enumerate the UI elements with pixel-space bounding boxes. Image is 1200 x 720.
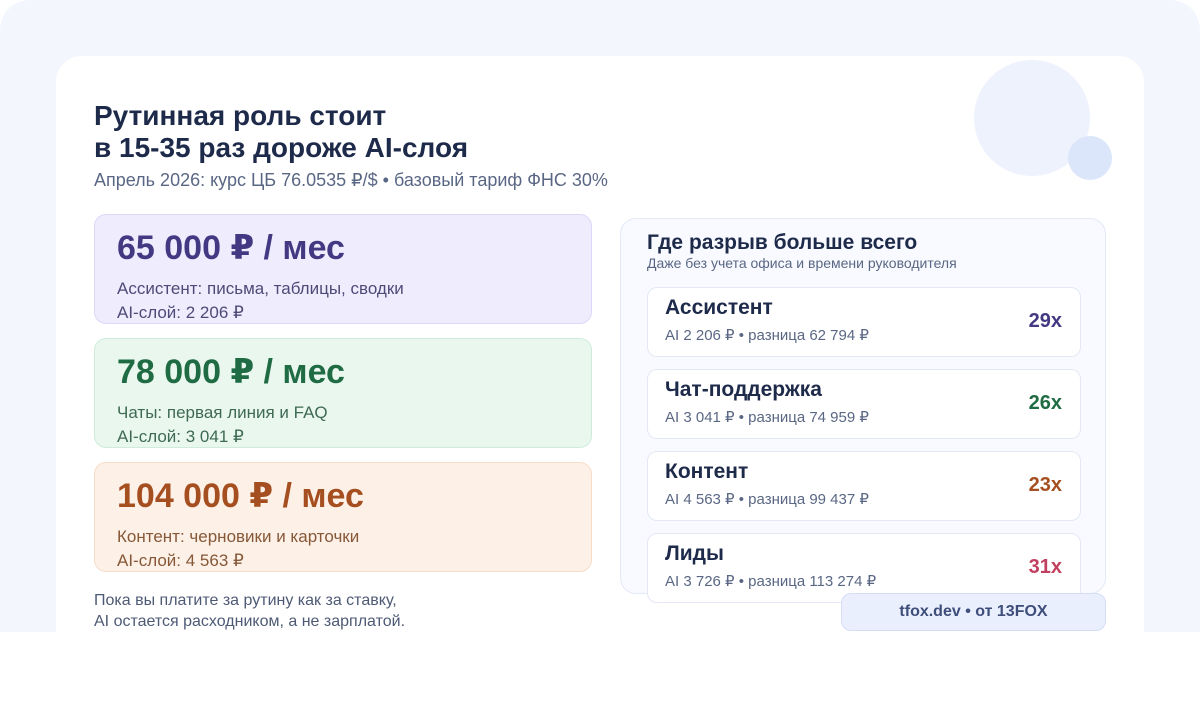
infographic-card: Рутинная роль стоит в 15-35 раз дороже A… — [56, 56, 1144, 632]
footnote: Пока вы платите за рутину как за ставку,… — [94, 590, 405, 632]
brand-badge[interactable]: tfox.dev • от 13FOX — [841, 593, 1106, 631]
footnote-line-1: Пока вы платите за рутину как за ставку, — [94, 592, 397, 609]
gap-row-role: Лиды — [665, 542, 724, 565]
gap-row-assistant: Ассистент AI 2 206 ₽ • разница 62 794 ₽ … — [647, 287, 1081, 357]
price-description: Чаты: первая линия и FAQ — [117, 403, 328, 422]
gap-row-role: Ассистент — [665, 296, 773, 319]
gap-row-role: Чат-поддержка — [665, 378, 822, 401]
gap-row-detail: AI 3 726 ₽ • разница 113 274 ₽ — [665, 573, 877, 590]
page-title: Рутинная роль стоит в 15-35 раз дороже A… — [94, 100, 468, 164]
gap-row-chat-support: Чат-поддержка AI 3 041 ₽ • разница 74 95… — [647, 369, 1081, 439]
price-description: Ассистент: письма, таблицы, сводки — [117, 279, 404, 298]
gap-panel: Где разрыв больше всего Даже без учета о… — [620, 218, 1106, 603]
title-line-1: Рутинная роль стоит — [94, 100, 387, 131]
gap-row-role: Контент — [665, 460, 749, 483]
decorative-circle-small — [1068, 136, 1112, 180]
footnote-line-2: AI остается расходником, а не зарплатой. — [94, 613, 406, 630]
page-subtitle: Апрель 2026: курс ЦБ 76.0535 ₽/$ • базов… — [94, 170, 608, 190]
price-amount: 78 000 ₽ / мес — [117, 353, 345, 391]
gap-row-multiplier: 31x — [1028, 556, 1062, 578]
gap-row-content: Контент AI 4 563 ₽ • разница 99 437 ₽ 23… — [647, 451, 1081, 521]
gap-row-detail: AI 4 563 ₽ • разница 99 437 ₽ — [665, 491, 869, 508]
price-card-content: 104 000 ₽ / мес Контент: черновики и кар… — [94, 462, 592, 572]
gap-row-detail: AI 2 206 ₽ • разница 62 794 ₽ — [665, 327, 869, 344]
gap-row-detail: AI 3 041 ₽ • разница 74 959 ₽ — [665, 409, 869, 426]
ai-layer-cost: AI-слой: 3 041 ₽ — [117, 427, 244, 446]
price-description: Контент: черновики и карточки — [117, 527, 360, 546]
ai-layer-cost: AI-слой: 4 563 ₽ — [117, 551, 244, 570]
ai-layer-cost: AI-слой: 2 206 ₽ — [117, 303, 244, 322]
gap-panel-title: Где разрыв больше всего — [647, 231, 918, 254]
price-card-assistant: 65 000 ₽ / мес Ассистент: письма, таблиц… — [94, 214, 592, 324]
gap-row-multiplier: 29x — [1028, 310, 1062, 332]
gap-row-multiplier: 26x — [1028, 392, 1062, 414]
price-card-chats: 78 000 ₽ / мес Чаты: первая линия и FAQ … — [94, 338, 592, 448]
price-amount: 104 000 ₽ / мес — [117, 477, 364, 515]
gap-row-multiplier: 23x — [1028, 474, 1062, 496]
gap-panel-subtitle: Даже без учета офиса и времени руководит… — [647, 255, 957, 271]
price-amount: 65 000 ₽ / мес — [117, 229, 345, 267]
title-line-2: в 15-35 раз дороже AI-слоя — [94, 132, 469, 163]
